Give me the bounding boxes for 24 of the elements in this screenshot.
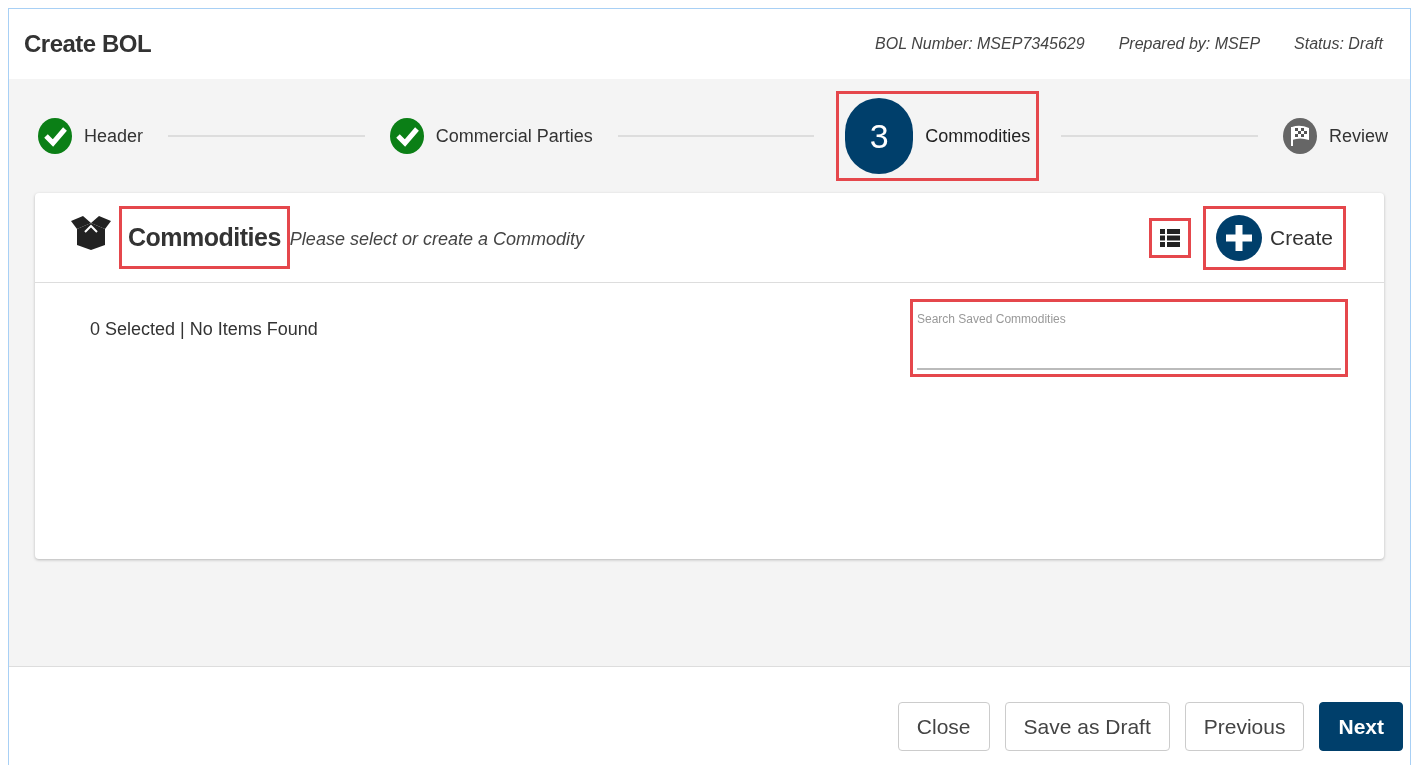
- footer-button[interactable]: Next: [1319, 702, 1403, 751]
- header-info-text: Prepared by: MSEP: [1118, 34, 1261, 54]
- search-field[interactable]: Search Saved Commodities: [917, 306, 1341, 370]
- open-box-icon: [69, 214, 113, 251]
- selection-status: 0 Selected | No Items Found: [90, 318, 318, 341]
- check-icon: [389, 118, 424, 154]
- panel-subtitle: Please select or create a Commodity: [289, 228, 584, 251]
- step-label[interactable]: Header: [84, 122, 144, 150]
- footer-button[interactable]: Previous: [1184, 702, 1305, 751]
- step-label[interactable]: Commodities: [925, 122, 1031, 150]
- step-label[interactable]: Commercial Parties: [435, 122, 593, 150]
- step-label[interactable]: Review: [1328, 122, 1388, 150]
- header-info-text: BOL Number: MSEP7345629: [875, 34, 1085, 54]
- header-info-text: Status: Draft: [1294, 34, 1383, 54]
- footer-button[interactable]: Close: [897, 702, 990, 751]
- plus-icon: [1215, 214, 1262, 261]
- list-view-icon[interactable]: [1159, 228, 1180, 247]
- create-button[interactable]: Create: [1215, 214, 1333, 261]
- check-icon: [38, 118, 72, 154]
- step-number: 3: [845, 98, 914, 174]
- footer-button[interactable]: Save as Draft: [1004, 702, 1170, 751]
- window-title: Create BOL: [24, 29, 152, 59]
- panel-title: Commodities: [128, 222, 281, 251]
- checkered-flag-icon: [1282, 118, 1317, 154]
